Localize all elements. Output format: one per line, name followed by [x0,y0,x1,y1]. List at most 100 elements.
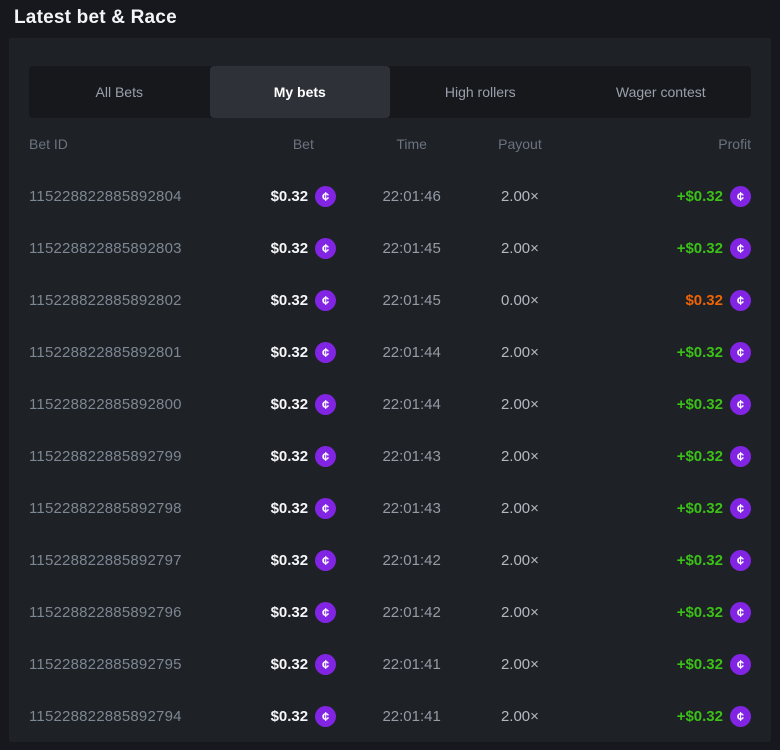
column-header-bet-id: Bet ID [29,136,253,152]
profit-cell: +$0.32 ¢ [570,654,751,675]
coin-icon: ¢ [315,446,336,467]
bet-row[interactable]: 115228822885892799 $0.32 ¢ 22:01:43 2.00… [29,430,751,482]
coin-icon: ¢ [730,602,751,623]
coin-icon: ¢ [730,186,751,207]
bet-row[interactable]: 115228822885892795 $0.32 ¢ 22:01:41 2.00… [29,638,751,690]
table-header-row: Bet IDBetTimePayoutProfit [29,118,751,170]
tab-high-rollers[interactable]: High rollers [390,66,571,118]
coin-icon: ¢ [315,602,336,623]
time-cell: 22:01:45 [354,292,470,309]
tab-bar: All BetsMy betsHigh rollersWager contest [29,66,751,118]
bet-id-cell: 115228822885892801 [29,344,253,361]
profit-cell: $0.32 ¢ [570,290,751,311]
bet-row[interactable]: 115228822885892794 $0.32 ¢ 22:01:41 2.00… [29,690,751,742]
payout-cell: 2.00× [469,344,570,361]
profit-cell: +$0.32 ¢ [570,706,751,727]
coin-icon: ¢ [315,290,336,311]
payout-cell: 2.00× [469,188,570,205]
coin-icon: ¢ [730,446,751,467]
profit-value: +$0.32 [677,344,723,361]
bet-amount-cell: $0.32 ¢ [253,498,354,519]
time-cell: 22:01:46 [354,188,470,205]
bet-amount-cell: $0.32 ¢ [253,290,354,311]
column-header-profit: Profit [570,136,751,152]
profit-cell: +$0.32 ¢ [570,394,751,415]
title-bar: Latest bet & Race [0,0,780,36]
time-cell: 22:01:45 [354,240,470,257]
coin-icon: ¢ [315,654,336,675]
bet-amount-cell: $0.32 ¢ [253,550,354,571]
time-cell: 22:01:41 [354,708,470,725]
time-cell: 22:01:42 [354,604,470,621]
bet-amount-value: $0.32 [271,604,309,621]
payout-cell: 0.00× [469,292,570,309]
bet-row[interactable]: 115228822885892804 $0.32 ¢ 22:01:46 2.00… [29,170,751,222]
bet-row[interactable]: 115228822885892803 $0.32 ¢ 22:01:45 2.00… [29,222,751,274]
bet-row[interactable]: 115228822885892802 $0.32 ¢ 22:01:45 0.00… [29,274,751,326]
bet-amount-value: $0.32 [271,188,309,205]
bet-amount-value: $0.32 [271,396,309,413]
bet-id-cell: 115228822885892802 [29,292,253,309]
bet-row[interactable]: 115228822885892796 $0.32 ¢ 22:01:42 2.00… [29,586,751,638]
bet-amount-value: $0.32 [271,448,309,465]
coin-icon: ¢ [315,342,336,363]
bet-amount-cell: $0.32 ¢ [253,654,354,675]
profit-value: +$0.32 [677,500,723,517]
time-cell: 22:01:43 [354,500,470,517]
tab-all-bets[interactable]: All Bets [29,66,210,118]
coin-icon: ¢ [730,238,751,259]
profit-cell: +$0.32 ¢ [570,238,751,259]
profit-value: +$0.32 [677,604,723,621]
bet-amount-cell: $0.32 ¢ [253,186,354,207]
bet-amount-value: $0.32 [271,240,309,257]
coin-icon: ¢ [730,498,751,519]
time-cell: 22:01:43 [354,448,470,465]
profit-value: +$0.32 [677,656,723,673]
payout-cell: 2.00× [469,552,570,569]
profit-value: +$0.32 [677,448,723,465]
bet-amount-value: $0.32 [271,708,309,725]
bet-row[interactable]: 115228822885892801 $0.32 ¢ 22:01:44 2.00… [29,326,751,378]
time-cell: 22:01:44 [354,344,470,361]
bet-id-cell: 115228822885892796 [29,604,253,621]
bet-amount-cell: $0.32 ¢ [253,394,354,415]
time-cell: 22:01:44 [354,396,470,413]
profit-value: $0.32 [685,292,723,309]
coin-icon: ¢ [315,186,336,207]
payout-cell: 2.00× [469,240,570,257]
bet-row[interactable]: 115228822885892798 $0.32 ¢ 22:01:43 2.00… [29,482,751,534]
coin-icon: ¢ [730,394,751,415]
bet-id-cell: 115228822885892795 [29,656,253,673]
page-title: Latest bet & Race [14,7,177,29]
column-header-bet: Bet [253,136,354,152]
profit-value: +$0.32 [677,552,723,569]
bet-row[interactable]: 115228822885892800 $0.32 ¢ 22:01:44 2.00… [29,378,751,430]
profit-value: +$0.32 [677,396,723,413]
coin-icon: ¢ [315,394,336,415]
bet-amount-value: $0.32 [271,552,309,569]
profit-cell: +$0.32 ¢ [570,446,751,467]
profit-cell: +$0.32 ¢ [570,498,751,519]
bet-row[interactable]: 115228822885892797 $0.32 ¢ 22:01:42 2.00… [29,534,751,586]
coin-icon: ¢ [730,654,751,675]
coin-icon: ¢ [315,550,336,571]
profit-cell: +$0.32 ¢ [570,602,751,623]
time-cell: 22:01:41 [354,656,470,673]
payout-cell: 2.00× [469,500,570,517]
bet-id-cell: 115228822885892800 [29,396,253,413]
bet-id-cell: 115228822885892803 [29,240,253,257]
profit-cell: +$0.32 ¢ [570,342,751,363]
profit-cell: +$0.32 ¢ [570,550,751,571]
tab-wager-contest[interactable]: Wager contest [571,66,752,118]
bet-amount-cell: $0.32 ¢ [253,238,354,259]
table-body: 115228822885892804 $0.32 ¢ 22:01:46 2.00… [29,170,751,742]
tab-my-bets[interactable]: My bets [210,66,391,118]
profit-value: +$0.32 [677,188,723,205]
column-header-payout: Payout [469,136,570,152]
profit-value: +$0.32 [677,708,723,725]
coin-icon: ¢ [730,342,751,363]
bet-amount-cell: $0.32 ¢ [253,446,354,467]
profit-cell: +$0.32 ¢ [570,186,751,207]
column-header-time: Time [354,136,470,152]
profit-value: +$0.32 [677,240,723,257]
